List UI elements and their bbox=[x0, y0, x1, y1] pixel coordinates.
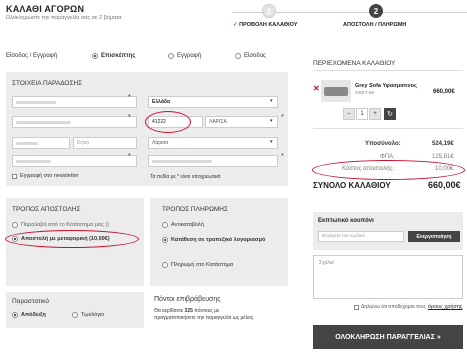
shipping-method-title: ΤΡΟΠΟΣ ΑΠΟΣΤΟΛΗΣ bbox=[12, 206, 81, 213]
postcode-highlight bbox=[145, 111, 191, 133]
invoice-invoice-option[interactable]: Τιμολόγιο bbox=[72, 312, 104, 318]
radio-icon[interactable] bbox=[168, 53, 174, 59]
checkout-button[interactable]: ΟΛΟΚΛΗΡΩΣΗ ΠΑΡΑΓΓΕΛΙΑΣ » bbox=[313, 325, 463, 349]
required-mark: * bbox=[128, 114, 131, 121]
login-guest-option[interactable]: Επισκέπτης bbox=[92, 53, 135, 59]
coupon-title: Εκπτωτικό κουπόνι bbox=[318, 218, 374, 224]
region-select[interactable]: Λάρισα bbox=[148, 137, 278, 149]
cart-item-price: 660,00€ bbox=[433, 89, 455, 95]
step-1-circle: 1 bbox=[262, 4, 276, 18]
invoice-title: Παραστατικό bbox=[12, 298, 49, 305]
cart-total-value: 660,00€ bbox=[428, 180, 461, 190]
radio-icon[interactable] bbox=[72, 312, 78, 318]
required-mark: * bbox=[128, 153, 131, 160]
subtotal-label: Υποσύνολο: bbox=[365, 141, 401, 147]
area-field[interactable]: Κητιό bbox=[73, 137, 137, 149]
name-field[interactable] bbox=[12, 96, 137, 108]
chevron-down-icon: ▾ bbox=[270, 98, 273, 104]
loyalty-text: Θα κερδίσετε 325 πόντους με bbox=[154, 308, 220, 314]
loyalty-text-line2: πραγματοποιήσετε την παραγγελία ως μέλος bbox=[154, 315, 254, 321]
required-note: Τα πεδία με * είναι υποχρεωτικά bbox=[150, 174, 221, 180]
vat-value: 125,81€ bbox=[432, 154, 454, 160]
required-mark: * bbox=[281, 114, 284, 121]
quantity-decrease-button[interactable]: – bbox=[343, 108, 355, 120]
cart-title: ΠΕΡΙΕΧΟΜΕΝΑ ΚΑΛΑΘΙΟΥ bbox=[313, 60, 396, 67]
remove-item-icon[interactable]: ✕ bbox=[313, 84, 320, 93]
cart-item-sku: GREY-69 bbox=[355, 90, 374, 95]
chevron-down-icon: ▾ bbox=[270, 139, 273, 145]
loyalty-points: 325 bbox=[184, 308, 193, 314]
step-2-circle: 2 bbox=[369, 4, 383, 18]
terms-option[interactable]: Δηλώνω ότι αποδέχομαι τους όρους χρήσης bbox=[354, 304, 463, 310]
radio-icon[interactable] bbox=[92, 53, 98, 59]
login-register-option[interactable]: Εγγραφή bbox=[168, 53, 201, 59]
refresh-icon[interactable]: ↻ bbox=[384, 108, 396, 120]
coupon-apply-button[interactable]: Ενεργοποίηση bbox=[408, 231, 460, 242]
invoice-receipt-option[interactable]: Απόδειξη bbox=[12, 312, 46, 318]
login-signin-option[interactable]: Είσοδος bbox=[235, 53, 266, 59]
shipping-cost-highlight bbox=[312, 160, 465, 180]
phone-field[interactable] bbox=[12, 155, 137, 167]
sofa-shape bbox=[324, 87, 348, 96]
delivery-details-title: ΣΤΟΙΧΕΙΑ ΠΑΡΑΔΟΣΗΣ bbox=[12, 80, 83, 87]
divider bbox=[313, 128, 463, 129]
country-select[interactable]: Ελλάδα bbox=[148, 96, 278, 108]
page-title: ΚΑΛΑΘΙ ΑΓΟΡΩΝ bbox=[6, 4, 85, 14]
check-icon: ✓ bbox=[233, 22, 238, 28]
divider bbox=[313, 70, 463, 71]
step-2-label: ΑΠΟΣΤΟΛΗ / ΠΛΗΡΩΜΗ bbox=[343, 22, 407, 28]
radio-icon[interactable] bbox=[162, 237, 168, 243]
email-field[interactable] bbox=[148, 155, 278, 167]
required-mark: * bbox=[128, 94, 131, 101]
radio-icon[interactable] bbox=[12, 222, 18, 228]
shipping-pickup-option[interactable]: Παραλαβή από το Κατάστημα μας () bbox=[12, 222, 109, 228]
newsletter-option[interactable]: Εγγραφή στο newsletter bbox=[12, 173, 79, 179]
radio-icon[interactable] bbox=[12, 312, 18, 318]
quantity-input[interactable]: 1 bbox=[356, 108, 368, 120]
delivery-details-panel bbox=[6, 72, 288, 186]
checkbox-icon[interactable] bbox=[12, 173, 17, 179]
chevron-down-icon: ▾ bbox=[270, 118, 273, 124]
product-thumbnail[interactable] bbox=[321, 80, 351, 102]
payment-method-title: ΤΡΟΠΟΣ ΠΛΗΡΩΜΗΣ bbox=[162, 206, 228, 213]
required-mark: * bbox=[281, 153, 284, 160]
radio-icon[interactable] bbox=[162, 222, 168, 228]
payment-cod-option[interactable]: Αντικαταβολή bbox=[162, 222, 204, 228]
shipping-highlight bbox=[5, 230, 139, 248]
radio-icon[interactable] bbox=[235, 53, 241, 59]
radio-icon[interactable] bbox=[162, 262, 168, 268]
quantity-increase-button[interactable]: + bbox=[369, 108, 381, 120]
loyalty-title: Πόντοι επιβράβευσης bbox=[154, 296, 221, 303]
terms-link[interactable]: όρους χρήσης bbox=[428, 304, 463, 310]
payment-store-option[interactable]: Πληρωμή στο Κατάστημα bbox=[162, 262, 233, 268]
login-label: Είσοδος / Εγγραφή bbox=[6, 53, 58, 59]
cart-total-label: ΣΥΝΟΛΟ ΚΑΛΑΘΙΟΥ bbox=[313, 181, 391, 190]
city-select[interactable]: ΛΑΡΙΣΑ bbox=[205, 116, 278, 128]
step-1-label: ✓ ΠΡΟΒΟΛΗ ΚΑΛΑΘΙΟΥ bbox=[233, 22, 298, 28]
payment-bank-option[interactable]: Κατάθεση σε τραπεζικό λογαριασμό bbox=[162, 236, 278, 244]
comments-textarea[interactable]: Σχόλια bbox=[313, 255, 463, 299]
subtotal-value: 524,19€ bbox=[432, 141, 454, 147]
address-field[interactable] bbox=[12, 116, 137, 128]
checkbox-icon[interactable] bbox=[354, 304, 359, 310]
page-subtitle: Ολοκληρώστε την παραγγελία σας σε 2 βήμα… bbox=[6, 15, 122, 21]
floor-field[interactable] bbox=[12, 137, 70, 149]
coupon-input[interactable]: Εισάγετε τον κωδικό bbox=[318, 231, 404, 242]
cart-item-name[interactable]: Grey Sofa Υφασματινος bbox=[355, 83, 417, 89]
